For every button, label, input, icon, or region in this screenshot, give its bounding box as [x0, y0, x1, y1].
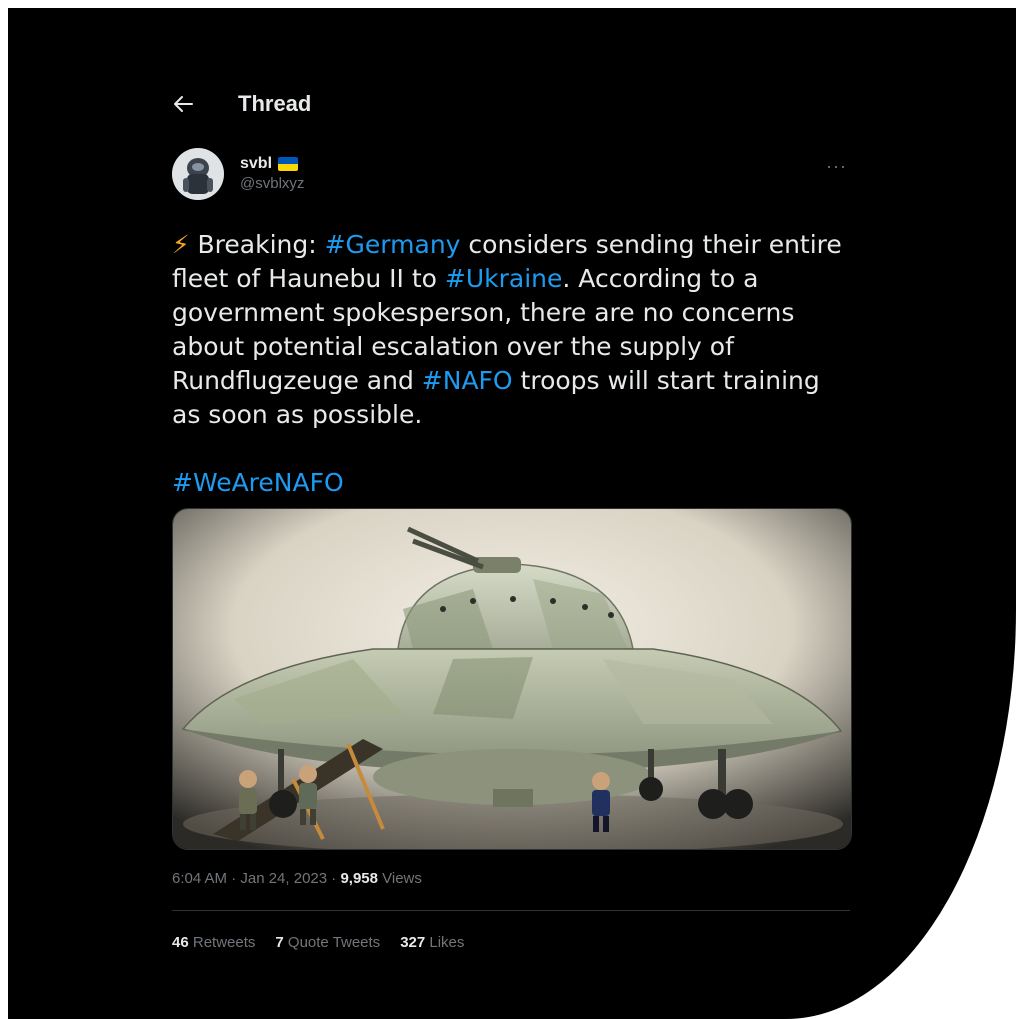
display-name[interactable]: svbl [240, 154, 304, 174]
retweets-stat[interactable]: 46 Retweets [172, 934, 255, 951]
lightning-icon: ⚡ [172, 230, 190, 259]
ellipsis-icon[interactable]: ··· [826, 156, 847, 177]
avatar[interactable] [172, 148, 224, 200]
quote-tweets-label: Quote Tweets [283, 934, 381, 951]
hashtag-nafo[interactable]: #NAFO [422, 366, 513, 395]
quote-tweets-stat[interactable]: 7 Quote Tweets [275, 934, 380, 951]
tweet-thread-panel: Thread svbl @svblxyz ··· ⚡ Breaking: #Ge… [8, 8, 1016, 1019]
tweet-text-segment: Breaking: [189, 230, 325, 259]
views-label: Views [377, 870, 422, 887]
timestamp-text[interactable]: 6:04 AM · Jan 24, 2023 · [172, 870, 340, 887]
ukraine-flag-icon [278, 157, 299, 171]
likes-stat[interactable]: 327 Likes [400, 934, 464, 951]
tweet-body: ⚡ Breaking: #Germany considers sending t… [172, 228, 852, 500]
hashtag-ukraine[interactable]: #Ukraine [445, 264, 563, 293]
likes-count: 327 [400, 934, 426, 951]
likes-label: Likes [425, 934, 465, 951]
divider [172, 910, 850, 911]
quote-tweets-count: 7 [275, 934, 284, 951]
tweet-hashtag-line: #WeAreNAFO [172, 466, 852, 500]
thread-header: Thread [172, 88, 311, 120]
user-handle[interactable]: @svblxyz [240, 174, 304, 194]
tweet-author: svbl @svblxyz [172, 148, 304, 200]
page-title: Thread [238, 91, 312, 116]
tweet-media-image[interactable] [172, 508, 852, 850]
hashtag-wearenafo[interactable]: #WeAreNAFO [172, 468, 344, 497]
views-count: 9,958 [340, 870, 378, 887]
retweets-count: 46 [172, 934, 189, 951]
hashtag-germany[interactable]: #Germany [325, 230, 461, 259]
engagement-stats: 46 Retweets 7 Quote Tweets 327 Likes [172, 934, 484, 951]
tweet-paragraph: ⚡ Breaking: #Germany considers sending t… [172, 228, 852, 432]
retweets-label: Retweets [188, 934, 256, 951]
arrow-left-icon[interactable] [172, 93, 194, 115]
tweet-timestamp: 6:04 AM · Jan 24, 2023 · 9,958 Views [172, 870, 422, 887]
display-name-text: svbl [240, 155, 273, 172]
